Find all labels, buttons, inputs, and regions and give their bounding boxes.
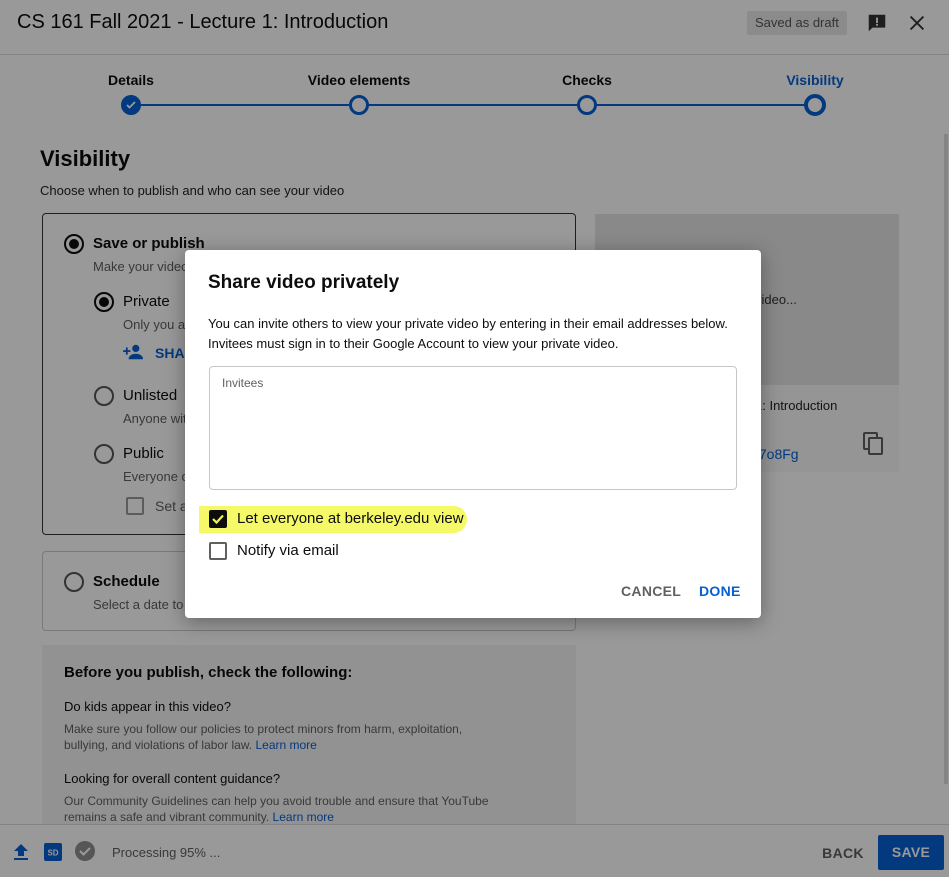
domain-view-checkbox[interactable] <box>209 510 227 528</box>
domain-view-label: Let everyone at berkeley.edu view <box>237 510 464 527</box>
modal-scrim-footer <box>0 824 949 877</box>
dialog-title: Share video privately <box>208 272 400 293</box>
notify-email-checkbox[interactable] <box>209 542 227 560</box>
invitees-input[interactable]: Invitees <box>209 366 737 490</box>
invitees-placeholder: Invitees <box>222 376 264 390</box>
cancel-button[interactable]: CANCEL <box>621 583 681 599</box>
dialog-description-line-1: You can invite others to view your priva… <box>208 316 728 331</box>
dialog-description-line-2: Invitees must sign in to their Google Ac… <box>208 336 619 351</box>
done-button[interactable]: DONE <box>699 583 741 599</box>
share-privately-dialog: Share video privately You can invite oth… <box>185 250 761 618</box>
modal-scrim-header <box>0 0 949 55</box>
scrollbar[interactable] <box>944 134 948 784</box>
dialog-description: You can invite others to view your priva… <box>208 314 738 354</box>
notify-email-label: Notify via email <box>237 542 339 559</box>
